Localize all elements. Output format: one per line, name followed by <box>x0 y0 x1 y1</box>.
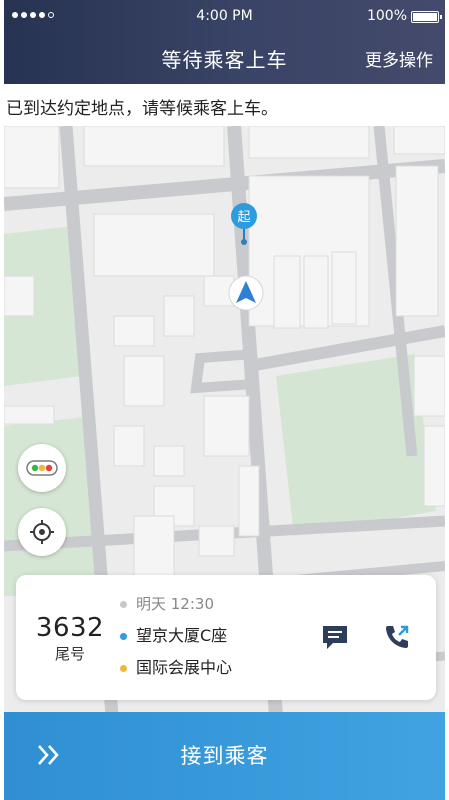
battery-percent: 100% <box>366 8 407 24</box>
picked-up-passenger-label: 接到乘客 <box>180 744 269 768</box>
order-card: 3632 尾号 明天 12:30 望京大厦C座 国际会展中心 <box>16 575 436 700</box>
pickup-row: 望京大厦C座 <box>120 625 232 657</box>
pickup-address: 望京大厦C座 <box>136 626 228 645</box>
call-button[interactable] <box>382 622 412 652</box>
more-actions-button[interactable]: 更多操作 <box>365 46 433 71</box>
time-dot <box>120 601 127 608</box>
route-info: 明天 12:30 望京大厦C座 国际会展中心 <box>120 593 232 689</box>
navigation-arrow-icon <box>228 275 264 311</box>
phone-icon <box>386 625 409 648</box>
picked-up-passenger-button[interactable]: 接到乘客 <box>4 712 445 800</box>
message-button[interactable] <box>320 622 350 652</box>
pickup-time-row: 明天 12:30 <box>120 593 232 625</box>
destination-address: 国际会展中心 <box>136 658 233 677</box>
tail-number-label: 尾号 <box>54 645 85 663</box>
traffic-light-icon <box>26 460 58 476</box>
traffic-toggle-button[interactable] <box>18 444 66 492</box>
status-bar: 4:00 PM 100% <box>4 0 445 32</box>
destination-row: 国际会展中心 <box>120 657 232 689</box>
locate-icon <box>30 520 54 544</box>
arrival-notice: 已到达约定地点，请等候乘客上车。 <box>4 84 445 126</box>
destination-dot <box>120 665 127 672</box>
start-marker-label: 起 <box>237 210 250 225</box>
screen: 4:00 PM 100% 等待乘客上车 更多操作 已到达约定地点，请等候乘客上车… <box>4 0 445 800</box>
top-bar: 4:00 PM 100% 等待乘客上车 更多操作 <box>4 0 445 84</box>
chat-icon <box>323 626 347 649</box>
locate-button[interactable] <box>18 508 66 556</box>
tail-number: 3632 <box>35 613 105 643</box>
pickup-time: 明天 12:30 <box>136 595 214 613</box>
battery-icon <box>411 11 442 23</box>
pickup-dot <box>120 633 127 640</box>
tail-number-block: 3632 尾号 <box>30 613 110 664</box>
